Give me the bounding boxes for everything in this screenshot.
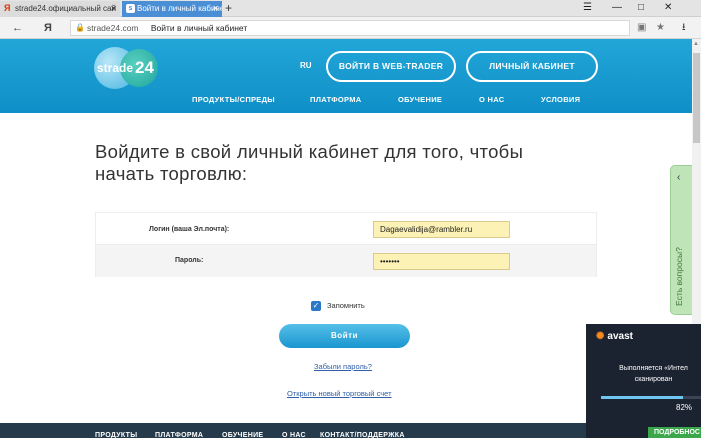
tab-label: strade24.официальный сай bbox=[15, 4, 116, 13]
nav-platform[interactable]: ПЛАТФОРМА bbox=[310, 95, 362, 104]
close-window-icon[interactable]: ✕ bbox=[664, 0, 672, 16]
avast-details-button[interactable]: ПОДРОБНОС bbox=[648, 427, 701, 438]
nav-products[interactable]: ПРОДУКТЫ/СПРЕДЫ bbox=[192, 95, 275, 104]
scroll-thumb[interactable] bbox=[693, 53, 700, 143]
back-arrow-icon[interactable]: ← bbox=[12, 20, 23, 36]
password-row: Пароль: bbox=[96, 245, 596, 277]
password-label: Пароль: bbox=[175, 257, 204, 264]
avast-message-line1: Выполняется «Интел bbox=[619, 365, 688, 372]
avast-progress-fill bbox=[601, 396, 683, 399]
avast-progress-label: 82% bbox=[676, 403, 693, 412]
logo-number: 24 bbox=[135, 58, 154, 77]
url-domain: strade24.com bbox=[87, 23, 139, 33]
login-button[interactable]: Войти bbox=[279, 324, 410, 348]
close-icon[interactable]: ✕ bbox=[110, 1, 117, 16]
url-page-title: Войти в личный кабинет bbox=[150, 23, 248, 33]
yandex-icon: Я bbox=[4, 3, 11, 13]
questions-side-tab[interactable]: ‹ Есть вопросы? bbox=[670, 165, 692, 315]
maximize-icon[interactable]: □ bbox=[638, 0, 644, 16]
password-field[interactable] bbox=[373, 253, 510, 270]
site-header: strade 24 RU ВОЙТИ В WEB-TRADER ЛИЧНЫЙ К… bbox=[0, 39, 692, 113]
minimize-icon[interactable]: — bbox=[612, 0, 622, 16]
url-field[interactable]: 🔒 strade24.com Войти в личный кабинет bbox=[70, 20, 630, 36]
yandex-button[interactable]: Я bbox=[44, 20, 52, 36]
tab-label: Войти в личный кабинет bbox=[137, 4, 222, 13]
close-icon[interactable]: ✕ bbox=[212, 1, 219, 16]
avast-progress-track bbox=[601, 396, 701, 399]
open-account-link[interactable]: Открыть новый торговый счет bbox=[287, 389, 392, 398]
login-form: Логин (ваша Эл.почта): Пароль: bbox=[95, 212, 597, 277]
questions-label: Есть вопросы? bbox=[674, 247, 684, 306]
download-icon[interactable]: ⭳ bbox=[682, 21, 686, 35]
avast-message: Выполняется «Интел сканирован bbox=[606, 363, 701, 385]
avast-popup: ✺ avast Выполняется «Интел сканирован 82%… bbox=[586, 324, 701, 438]
strade24-logo[interactable]: strade 24 bbox=[94, 47, 162, 91]
address-bar: ← Я 🔒 strade24.com Войти в личный кабине… bbox=[0, 17, 701, 39]
forgot-password-link[interactable]: Забыли пароль? bbox=[314, 362, 372, 371]
login-field[interactable] bbox=[373, 221, 510, 238]
reader-icon[interactable]: ▣ bbox=[637, 21, 646, 35]
language-switch[interactable]: RU bbox=[300, 61, 312, 70]
strade-icon: s bbox=[126, 4, 135, 13]
login-row: Логин (ваша Эл.почта): bbox=[96, 213, 596, 245]
remember-checkbox-row[interactable]: ✓ Запомнить bbox=[311, 300, 365, 312]
browser-tab-login[interactable]: s Войти в личный кабинет ✕ bbox=[122, 1, 222, 17]
avast-icon: ✺ bbox=[596, 331, 605, 342]
avast-logo: ✺ avast bbox=[596, 331, 633, 342]
logo-brand: strade bbox=[97, 61, 134, 75]
remember-checkbox[interactable]: ✓ bbox=[311, 301, 321, 312]
cabinet-button[interactable]: ЛИЧНЫЙ КАБИНЕТ bbox=[466, 51, 598, 82]
star-icon[interactable]: ★ bbox=[656, 21, 665, 35]
nav-education[interactable]: ОБУЧЕНИЕ bbox=[398, 95, 442, 104]
remember-label: Запомнить bbox=[327, 301, 365, 310]
new-tab-button[interactable]: + bbox=[225, 0, 232, 16]
web-trader-button[interactable]: ВОЙТИ В WEB-TRADER bbox=[326, 51, 456, 82]
chevron-left-icon: ‹ bbox=[677, 172, 681, 183]
page-title: Войдите в свой личный кабинет для того, … bbox=[95, 141, 524, 184]
browser-tab-strade-official[interactable]: Я strade24.официальный сай ✕ bbox=[0, 1, 120, 17]
nav-conditions[interactable]: УСЛОВИЯ bbox=[541, 95, 580, 104]
menu-icon[interactable]: ☰ bbox=[583, 0, 592, 16]
browser-tab-bar: Я strade24.официальный сай ✕ s Войти в л… bbox=[0, 0, 701, 17]
nav-about[interactable]: О НАС bbox=[479, 95, 504, 104]
login-label: Логин (ваша Эл.почта): bbox=[149, 226, 230, 233]
avast-message-line2: сканирован bbox=[634, 376, 673, 383]
scroll-up-icon[interactable]: ▲ bbox=[693, 41, 699, 47]
lock-icon: 🔒 bbox=[75, 23, 85, 32]
